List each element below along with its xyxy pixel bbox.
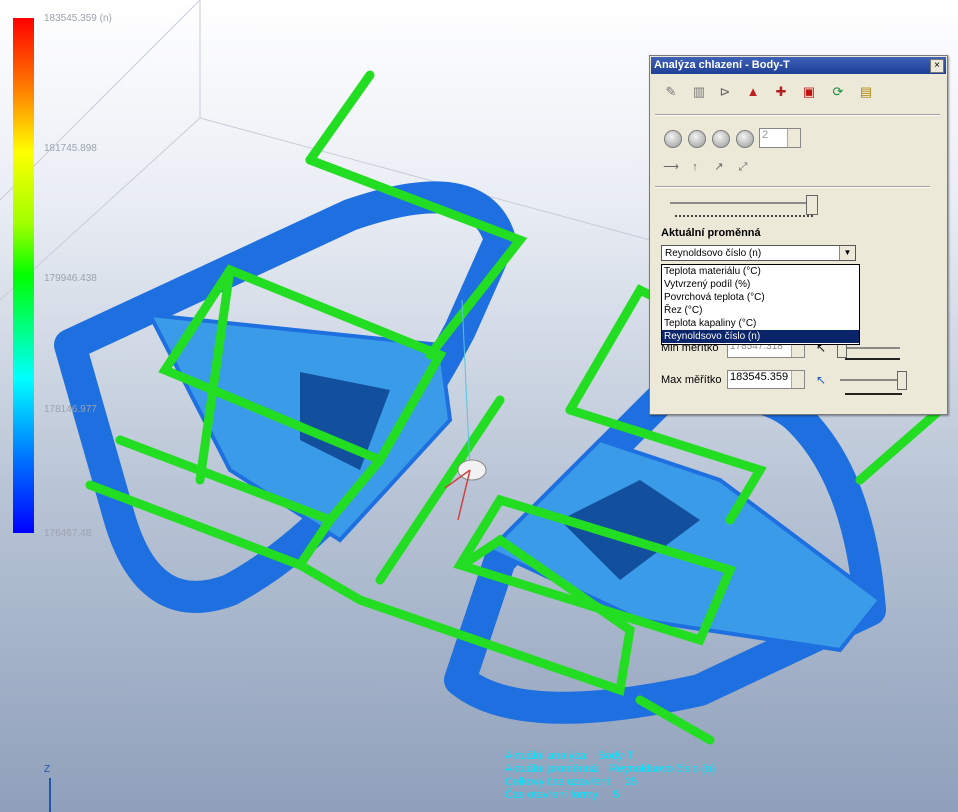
free-axis-icon[interactable]: ⤢ [734,158,752,176]
z-axis-icon[interactable]: ↗ [710,158,728,176]
info-open-time-row: Čas otevření formy: 5 [505,789,715,802]
max-scale-arrows[interactable] [791,371,804,388]
max-scale-slider-ticks [845,393,902,395]
record-button[interactable] [736,130,754,148]
variable-select-value: Reynoldsovo číslo (n) [665,248,762,259]
frame-spinner-arrows[interactable] [787,129,800,147]
x-axis-icon[interactable]: ⟶ [662,158,680,176]
time-slider-thumb[interactable] [806,195,818,215]
info-variable-row: Aktuální proměnná: Reynoldsovo číslo (n) [505,763,715,776]
max-scale-picker-icon[interactable]: ↖ [812,371,830,389]
dialog-title: Analýza chlazení - Body-T [654,59,790,71]
analysis-info: Aktuální analýza: Body-T Aktuální proměn… [505,750,715,802]
info-analysis-value: Body-T [597,750,634,762]
refresh-icon[interactable]: ⟳ [829,83,847,101]
max-scale-input[interactable]: 183545.359 [727,370,805,389]
marker-icon[interactable]: ✚ [772,83,790,101]
max-scale-label: Max měřítko [661,374,722,386]
info-open-time-value: 5 [613,789,620,801]
dialog-titlebar[interactable]: Analýza chlazení - Body-T × [651,57,946,74]
info-close-time-value: 35 [624,776,638,788]
time-slider-track[interactable] [670,202,818,204]
y-axis-icon[interactable]: ↑ [686,158,704,176]
info-variable-label: Aktuální proměnná: [505,763,601,775]
option-cured-fraction[interactable]: Vytvrzený podíl (%) [662,278,859,291]
bounding-box [0,0,651,301]
stop-button[interactable] [688,130,706,148]
info-analysis-label: Aktuální analýza: [505,750,589,762]
frame-spinner[interactable]: 2 [759,128,801,148]
close-button[interactable]: × [930,59,944,73]
legend-value-3: 179946.438 [44,273,97,284]
info-variable-value: Reynoldsovo číslo (n) [609,763,716,775]
current-variable-heading: Aktuální proměnná [661,227,761,239]
option-reynolds-number[interactable]: Reynoldsovo číslo (n) [662,330,859,343]
legend-value-2: 181745.898 [44,143,97,154]
frame-value: 2 [762,129,769,141]
section-icon[interactable]: ▥ [690,83,708,101]
export-icon[interactable]: ▤ [857,83,875,101]
part-left [54,181,516,613]
color-scale-bar [13,18,34,533]
legend-min-value: 176467.48 [44,528,92,539]
option-fluid-temperature[interactable]: Teplota kapaliny (°C) [662,317,859,330]
min-scale-slider-ticks [845,358,900,360]
color-map-icon[interactable]: ▲ [744,83,762,101]
info-analysis-row: Aktuální analýza: Body-T [505,750,715,763]
divider [655,114,940,116]
variable-dropdown-list[interactable]: Teplota materiálu (°C) Vytvrzený podíl (… [661,264,860,345]
pause-button[interactable] [712,130,730,148]
min-scale-slider-track[interactable] [840,347,900,349]
option-section[interactable]: Řez (°C) [662,304,859,317]
option-surface-temperature[interactable]: Povrchová teplota (°C) [662,291,859,304]
probe-icon[interactable]: ⊳ [716,83,734,101]
time-slider-ticks [675,215,813,219]
info-close-time-row: Celkový čas uzavření: 35 [505,776,715,789]
legend-max-value: 183545.359 (n) [44,13,112,24]
info-open-time-label: Čas otevření formy: [505,789,601,801]
max-scale-slider-thumb[interactable] [897,371,907,390]
edit-icon[interactable]: ✎ [662,83,680,101]
max-scale-slider-track[interactable] [840,379,902,381]
info-close-time-label: Celkový čas uzavření: [505,776,613,788]
play-button[interactable] [664,130,682,148]
legend-value-4: 178146.977 [44,404,97,415]
camera-icon[interactable]: ▣ [800,83,818,101]
option-material-temperature[interactable]: Teplota materiálu (°C) [662,265,859,278]
axis-z-label: Z [44,764,51,775]
chevron-down-icon[interactable]: ▼ [839,246,855,260]
max-scale-value: 183545.359 [730,371,789,383]
variable-select[interactable]: Reynoldsovo číslo (n) ▼ [661,245,856,261]
divider [655,186,930,188]
